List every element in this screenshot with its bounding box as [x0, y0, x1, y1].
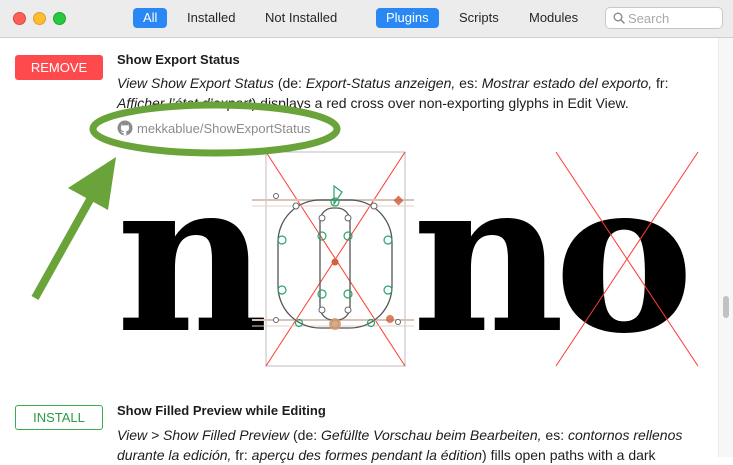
filter-not-installed-tab[interactable]: Not Installed — [255, 8, 347, 28]
type-plugins-tab[interactable]: Plugins — [376, 8, 439, 28]
glyph-o-edit-view — [252, 151, 414, 367]
toolbar: All Installed Not Installed Plugins Scri… — [0, 0, 733, 38]
close-window-button[interactable] — [13, 12, 26, 25]
plugin-title: Show Export Status — [117, 52, 240, 67]
install-button[interactable]: INSTALL — [15, 405, 103, 430]
search-icon — [613, 12, 625, 24]
scrollbar-thumb[interactable] — [723, 296, 729, 318]
filter-all-tab[interactable]: All — [133, 8, 168, 28]
zoom-window-button[interactable] — [53, 12, 66, 25]
plugin-description: View Show Export Status (de: Export-Stat… — [117, 75, 669, 111]
type-scripts-tab[interactable]: Scripts — [449, 8, 509, 28]
scrollbar[interactable] — [718, 38, 733, 457]
type-modules-tab[interactable]: Modules — [519, 8, 588, 28]
glyph-n-1: n — [118, 148, 269, 370]
menu-path: View Show Export Status — [117, 75, 274, 91]
glyph-n-2: n — [412, 148, 565, 370]
plugin-description: View > Show Filled Preview (de: Gefüllte… — [117, 427, 683, 463]
remove-button[interactable]: REMOVE — [15, 55, 103, 80]
filter-installed-tab[interactable]: Installed — [177, 8, 245, 28]
menu-path: View > Show Filled Preview — [117, 427, 290, 443]
repo-label: mekkablue/ShowExportStatus — [137, 121, 311, 136]
repo-link[interactable]: mekkablue/ShowExportStatus — [117, 120, 310, 136]
plugin-preview-image: n n o — [118, 148, 699, 370]
glyph-o-3-crossed: o — [554, 148, 699, 370]
github-icon — [117, 120, 133, 136]
search-field[interactable] — [605, 7, 723, 29]
search-input[interactable] — [628, 10, 718, 26]
plugin-title: Show Filled Preview while Editing — [117, 403, 326, 418]
highlight-arrow — [31, 157, 116, 300]
minimize-window-button[interactable] — [33, 12, 46, 25]
